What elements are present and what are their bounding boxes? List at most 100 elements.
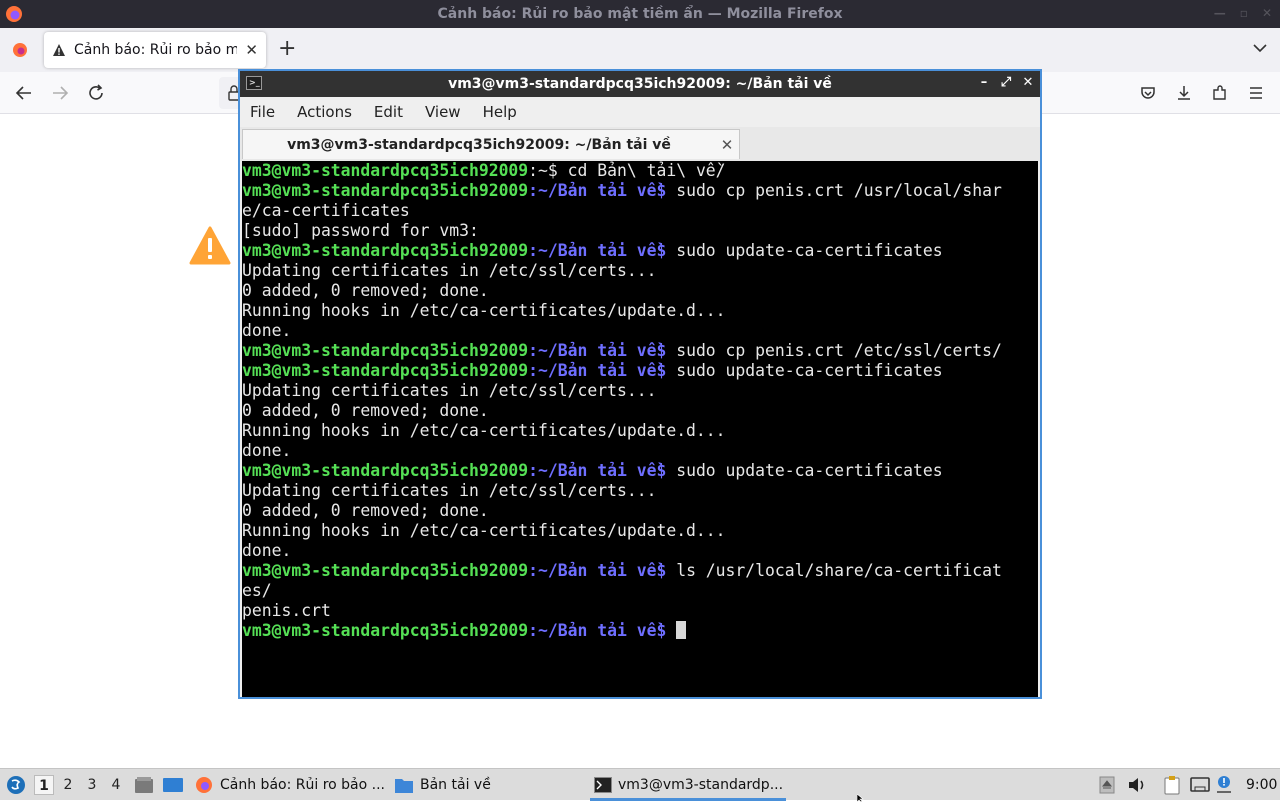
terminal-line: Updating certificates in /etc/ssl/certs.… <box>242 381 657 400</box>
minimize-icon[interactable]: — <box>1214 6 1226 20</box>
prompt-user: vm3@vm3-standardpcq35ich92009 <box>242 181 529 200</box>
start-menu-icon[interactable] <box>6 769 26 801</box>
terminal-line: Updating certificates in /etc/ssl/certs.… <box>242 481 657 500</box>
minimize-icon[interactable]: – <box>976 74 992 92</box>
terminal-menubar: File Actions Edit View Help <box>240 97 1040 127</box>
menu-edit[interactable]: Edit <box>374 103 415 121</box>
terminal-line: vm3@vm3-standardpcq35ich92009:~$ cd Bản\… <box>242 161 1038 181</box>
terminal-titlebar: >_ vm3@vm3-standardpcq35ich92009: ~/Bản … <box>240 71 1040 97</box>
prompt-path: :~/Bản tải về$ <box>528 181 677 200</box>
terminal-line: vm3@vm3-standardpcq35ich92009:~/Bản tải … <box>242 461 1038 481</box>
window-title: Cảnh báo: Rủi ro bảo mật tiềm ẩn — Mozil… <box>437 6 843 22</box>
terminal-line: Updating certificates in /etc/ssl/certs.… <box>242 261 657 280</box>
terminal-line: done. <box>242 541 292 560</box>
firefox-titlebar: Cảnh báo: Rủi ro bảo mật tiềm ẩn — Mozil… <box>0 0 1280 28</box>
desktop-launcher-icon[interactable] <box>162 769 184 801</box>
notification-icon[interactable] <box>1216 769 1232 801</box>
terminal-line: es/ <box>242 581 272 600</box>
maximize-icon[interactable]: ▫ <box>1240 6 1248 20</box>
terminal-line: penis.crt <box>242 601 331 620</box>
terminal-window[interactable]: >_ vm3@vm3-standardpcq35ich92009: ~/Bản … <box>238 69 1042 699</box>
mouse-cursor-icon <box>857 794 864 802</box>
menu-view[interactable]: View <box>425 103 473 121</box>
text-cursor <box>676 621 687 639</box>
chevron-down-icon[interactable] <box>1252 40 1268 56</box>
command-text: cd Bản\ tải\ về/ <box>567 161 726 180</box>
menu-help[interactable]: Help <box>483 103 529 121</box>
taskbar-firefox-label: Cảnh báo: Rủi ro bảo ... <box>220 777 385 793</box>
close-icon[interactable]: ✕ <box>1262 6 1272 20</box>
back-icon[interactable] <box>13 82 35 104</box>
tab-title: Cảnh báo: Rủi ro bảo mật tiềm ẩn <box>74 42 238 58</box>
terminal-line: 0 added, 0 removed; done. <box>242 401 489 420</box>
prompt-user: vm3@vm3-standardpcq35ich92009 <box>242 621 529 640</box>
terminal-line: 0 added, 0 removed; done. <box>242 281 489 300</box>
prompt-user: vm3@vm3-standardpcq35ich92009 <box>242 561 529 580</box>
taskbar-files[interactable]: Bản tải về <box>394 769 491 801</box>
terminal-line: done. <box>242 321 292 340</box>
prompt-path: :~/Bản tải về$ <box>528 341 677 360</box>
forward-icon <box>49 82 71 104</box>
prompt-path: :~/Bản tải về$ <box>528 461 677 480</box>
firefox-icon <box>196 777 212 793</box>
menu-actions[interactable]: Actions <box>297 103 364 121</box>
workspace-4[interactable]: 4 <box>106 775 126 795</box>
command-text: sudo cp penis.crt /usr/local/shar <box>676 181 1002 200</box>
prompt-user: vm3@vm3-standardpcq35ich92009 <box>242 341 529 360</box>
prompt-user: vm3@vm3-standardpcq35ich92009 <box>242 361 529 380</box>
eject-icon[interactable] <box>1099 769 1115 801</box>
prompt-path: :~/Bản tải về$ <box>528 561 677 580</box>
terminal-tabbar: vm3@vm3-standardpcq35ich92009: ~/Bản tải… <box>240 127 1040 161</box>
menu-file[interactable]: File <box>250 103 287 121</box>
plus-icon[interactable]: + <box>278 38 296 60</box>
terminal-line: vm3@vm3-standardpcq35ich92009:~/Bản tải … <box>242 241 1038 261</box>
close-icon[interactable]: ✕ <box>1020 74 1036 92</box>
terminal-line: done. <box>242 441 292 460</box>
prompt-user: vm3@vm3-standardpcq35ich92009 <box>242 461 529 480</box>
maximize-icon[interactable]: ⤢ <box>998 74 1014 92</box>
terminal-line: Running hooks in /etc/ca-certificates/up… <box>242 301 726 320</box>
network-icon[interactable] <box>1190 769 1210 801</box>
terminal-line: vm3@vm3-standardpcq35ich92009:~/Bản tải … <box>242 561 1038 581</box>
extensions-icon[interactable] <box>1209 82 1231 104</box>
terminal-output[interactable]: vm3@vm3-standardpcq35ich92009:~$ cd Bản\… <box>242 161 1038 697</box>
taskbar-terminal[interactable]: vm3@vm3-standardp... <box>594 769 783 801</box>
browser-tab[interactable]: Cảnh báo: Rủi ro bảo mật tiềm ẩn ✕ <box>44 32 266 68</box>
taskbar-files-label: Bản tải về <box>420 777 491 793</box>
prompt-user: vm3@vm3-standardpcq35ich92009 <box>242 241 529 260</box>
terminal-line: vm3@vm3-standardpcq35ich92009:~/Bản tải … <box>242 621 1038 641</box>
workspace-2[interactable]: 2 <box>58 775 78 795</box>
warning-icon <box>53 44 65 56</box>
terminal-line: Running hooks in /etc/ca-certificates/up… <box>242 421 726 440</box>
command-text: sudo update-ca-certificates <box>676 241 943 260</box>
clipboard-icon[interactable] <box>1163 769 1181 801</box>
terminal-line: e/ca-certificates <box>242 201 410 220</box>
tab-bar: Cảnh báo: Rủi ro bảo mật tiềm ẩn ✕ + <box>0 28 1280 72</box>
menu-icon[interactable] <box>1245 82 1267 104</box>
close-icon[interactable]: ✕ <box>715 136 739 154</box>
terminal-icon <box>594 777 612 793</box>
prompt-path: :~$ <box>528 161 568 180</box>
taskbar-terminal-label: vm3@vm3-standardp... <box>618 777 784 793</box>
terminal-tab-title: vm3@vm3-standardpcq35ich92009: ~/Bản tải… <box>287 136 671 153</box>
close-icon[interactable]: ✕ <box>245 41 258 59</box>
command-text: sudo update-ca-certificates <box>676 461 943 480</box>
prompt-user: vm3@vm3-standardpcq35ich92009 <box>242 161 529 180</box>
workspace-3[interactable]: 3 <box>82 775 102 795</box>
reload-icon[interactable] <box>85 82 107 104</box>
terminal-line: vm3@vm3-standardpcq35ich92009:~/Bản tải … <box>242 361 1038 381</box>
volume-icon[interactable] <box>1127 769 1147 801</box>
taskbar-firefox[interactable]: Cảnh báo: Rủi ro bảo ... <box>194 769 385 801</box>
workspace-1[interactable]: 1 <box>34 775 54 795</box>
firefox-view-icon[interactable] <box>10 40 30 60</box>
download-icon[interactable] <box>1173 82 1195 104</box>
terminal-tab[interactable]: vm3@vm3-standardpcq35ich92009: ~/Bản tải… <box>242 129 740 159</box>
window-controls: — ▫ ✕ <box>1214 6 1272 20</box>
taskbar: 1 2 3 4 Cảnh báo: Rủi ro bảo ... Bản tải… <box>0 768 1280 801</box>
clock[interactable]: 9:00 <box>1246 769 1277 801</box>
terminal-line: Running hooks in /etc/ca-certificates/up… <box>242 521 726 540</box>
warning-icon <box>189 226 231 265</box>
prompt-path: :~/Bản tải về$ <box>528 241 677 260</box>
pocket-icon[interactable] <box>1137 82 1159 104</box>
file-manager-launcher-icon[interactable] <box>134 769 154 801</box>
